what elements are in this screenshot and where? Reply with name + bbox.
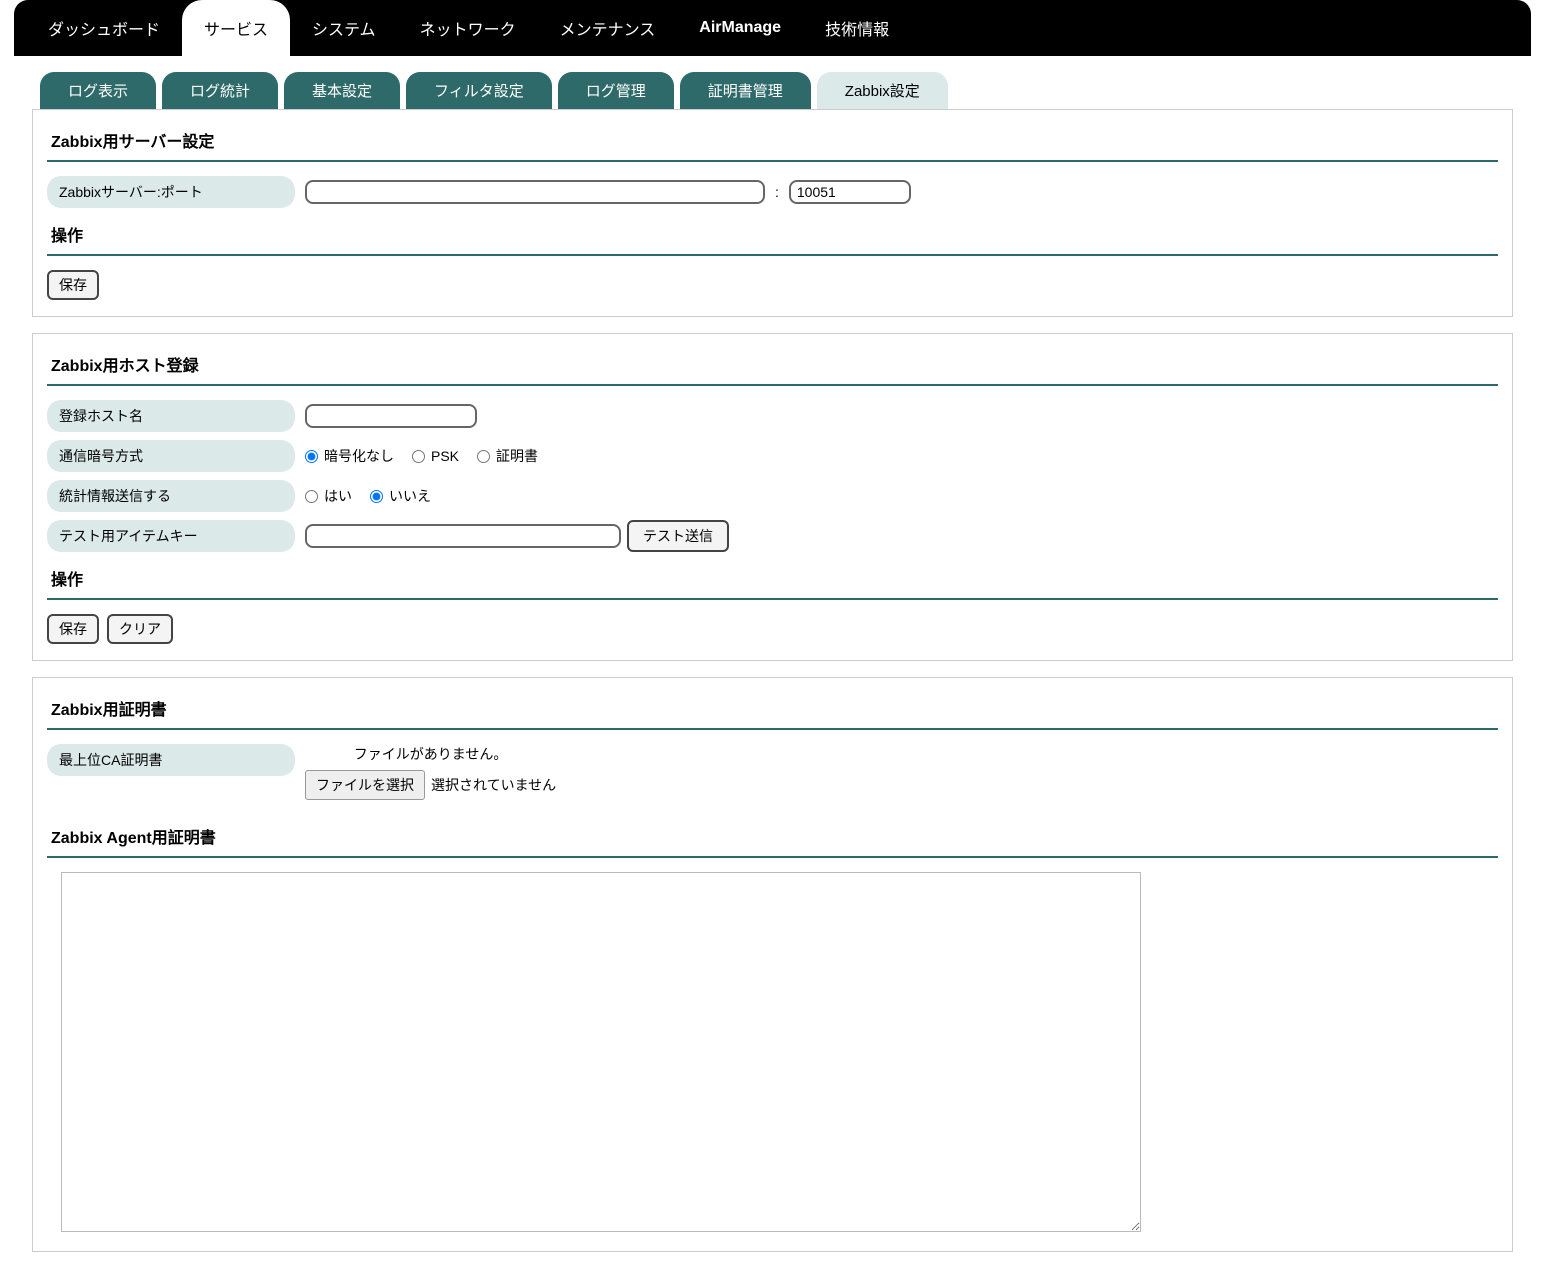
server-port-colon: : <box>771 184 783 200</box>
save-button-server[interactable]: 保存 <box>47 270 99 300</box>
save-button-host[interactable]: 保存 <box>47 614 99 644</box>
test-send-button[interactable]: テスト送信 <box>627 520 729 552</box>
panel-zabbix-cert: Zabbix用証明書 最上位CA証明書 ファイルがありません。 ファイルを選択 … <box>32 677 1513 1252</box>
section-title-host: Zabbix用ホスト登録 <box>47 346 1498 386</box>
label-encryption: 通信暗号方式 <box>47 440 295 472</box>
panel-zabbix-server: Zabbix用サーバー設定 Zabbixサーバー:ポート : 操作 保存 <box>32 109 1513 317</box>
section-title-server-ops: 操作 <box>47 216 1498 256</box>
subtab-basic-settings[interactable]: 基本設定 <box>284 72 400 109</box>
tab-service[interactable]: サービス <box>182 0 290 56</box>
radio-label-enc-psk: PSK <box>431 448 459 464</box>
subtab-cert-management[interactable]: 証明書管理 <box>680 72 811 109</box>
section-title-agent-cert: Zabbix Agent用証明書 <box>47 818 1498 858</box>
label-server-port: Zabbixサーバー:ポート <box>47 176 295 208</box>
radio-stats-no[interactable] <box>370 490 383 503</box>
radio-label-stats-no: いいえ <box>389 486 431 506</box>
section-title-server: Zabbix用サーバー設定 <box>47 122 1498 162</box>
hostname-input[interactable] <box>305 404 477 428</box>
label-ca-cert: 最上位CA証明書 <box>47 744 295 776</box>
radio-enc-none[interactable] <box>305 450 318 463</box>
zabbix-server-input[interactable] <box>305 180 765 204</box>
item-key-input[interactable] <box>305 524 621 548</box>
label-hostname: 登録ホスト名 <box>47 400 295 432</box>
tab-airmanage[interactable]: AirManage <box>677 0 803 56</box>
tab-maintenance[interactable]: メンテナンス <box>538 0 678 56</box>
subtab-log-stats[interactable]: ログ統計 <box>162 72 278 109</box>
subtab-log-management[interactable]: ログ管理 <box>558 72 674 109</box>
panel-zabbix-host: Zabbix用ホスト登録 登録ホスト名 通信暗号方式 暗号化なし PSK 証明書… <box>32 333 1513 661</box>
subtab-zabbix-settings[interactable]: Zabbix設定 <box>817 72 948 109</box>
label-item-key: テスト用アイテムキー <box>47 520 295 552</box>
radio-label-enc-cert: 証明書 <box>496 446 538 466</box>
file-not-selected-text: 選択されていません <box>431 775 556 795</box>
tab-dashboard[interactable]: ダッシュボード <box>26 0 182 56</box>
tab-system[interactable]: システム <box>290 0 398 56</box>
subtab-filter-settings[interactable]: フィルタ設定 <box>406 72 552 109</box>
radio-enc-psk[interactable] <box>412 450 425 463</box>
label-send-stats: 統計情報送信する <box>47 480 295 512</box>
sub-nav: ログ表示 ログ統計 基本設定 フィルタ設定 ログ管理 証明書管理 Zabbix設… <box>0 56 1545 109</box>
radio-label-enc-none: 暗号化なし <box>324 446 394 466</box>
tab-techinfo[interactable]: 技術情報 <box>803 0 911 56</box>
section-title-cert: Zabbix用証明書 <box>47 690 1498 730</box>
choose-file-button[interactable]: ファイルを選択 <box>305 770 425 800</box>
tab-network[interactable]: ネットワーク <box>398 0 538 56</box>
zabbix-port-input[interactable] <box>789 180 911 204</box>
radio-label-stats-yes: はい <box>324 486 352 506</box>
agent-cert-textarea[interactable] <box>61 872 1141 1232</box>
section-title-host-ops: 操作 <box>47 560 1498 600</box>
radio-enc-cert[interactable] <box>477 450 490 463</box>
no-file-text: ファイルがありません。 <box>354 744 508 764</box>
radio-stats-yes[interactable] <box>305 490 318 503</box>
subtab-log-display[interactable]: ログ表示 <box>40 72 156 109</box>
top-nav: ダッシュボード サービス システム ネットワーク メンテナンス AirManag… <box>14 0 1531 56</box>
clear-button-host[interactable]: クリア <box>107 614 173 644</box>
